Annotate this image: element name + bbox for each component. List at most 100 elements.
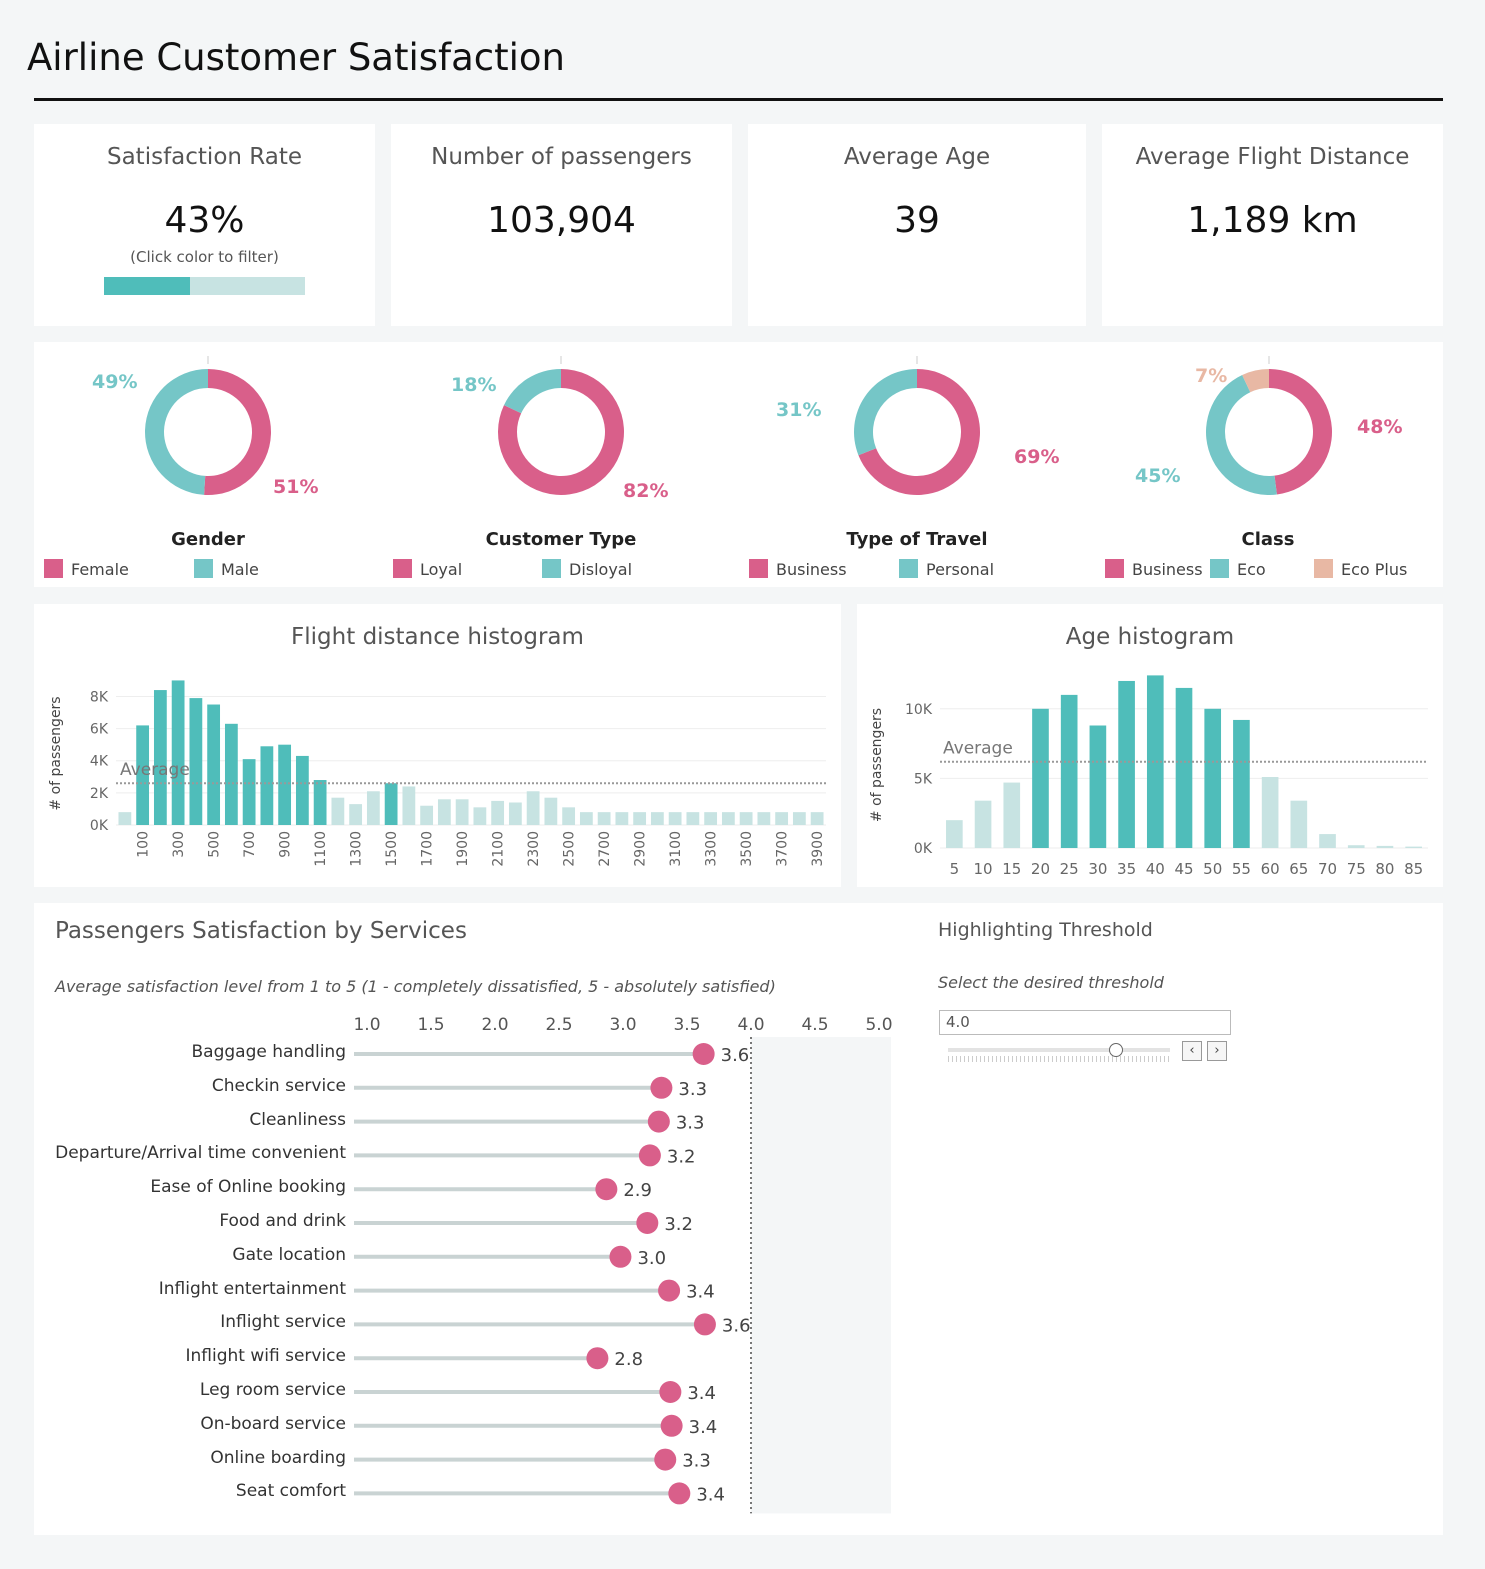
legend-swatch-business[interactable]	[749, 559, 768, 578]
satisfaction-bar[interactable]	[104, 277, 305, 295]
lollipop-dot[interactable]	[658, 1279, 681, 1302]
lollipop-dot[interactable]	[650, 1076, 673, 1099]
legend-label[interactable]: Eco Plus	[1341, 560, 1407, 579]
histogram-bar[interactable]	[508, 802, 522, 825]
histogram-bar[interactable]	[437, 799, 451, 825]
donut-slice[interactable]	[144, 369, 208, 495]
histogram-bar[interactable]	[366, 791, 380, 825]
histogram-bar[interactable]	[224, 723, 238, 825]
histogram-bar[interactable]	[295, 755, 309, 825]
histogram-bar[interactable]	[974, 800, 992, 848]
histogram-bar[interactable]	[384, 783, 398, 825]
histogram-bar[interactable]	[171, 680, 185, 825]
lollipop-dot[interactable]	[693, 1313, 716, 1336]
donut-slice[interactable]	[1269, 369, 1333, 495]
histogram-bar[interactable]	[1060, 694, 1078, 848]
threshold-slider-track[interactable]	[948, 1048, 1170, 1052]
histogram-bar[interactable]	[1405, 846, 1422, 848]
histogram-bar[interactable]	[721, 812, 735, 825]
histogram-bar[interactable]	[1118, 680, 1135, 848]
histogram-bar[interactable]	[792, 812, 806, 825]
histogram-bar[interactable]	[704, 812, 718, 825]
histogram-bar[interactable]	[633, 812, 647, 825]
lollipop-dot[interactable]	[668, 1482, 691, 1505]
threshold-input[interactable]: 4.0	[939, 1010, 1231, 1035]
histogram-bar[interactable]	[349, 804, 363, 825]
legend-swatch-personal[interactable]	[899, 559, 918, 578]
histogram-bar[interactable]	[562, 807, 576, 825]
donut-slice[interactable]	[1206, 374, 1277, 495]
histogram-bar[interactable]	[1089, 725, 1107, 848]
lollipop-dot[interactable]	[636, 1212, 659, 1234]
histogram-bar[interactable]	[739, 812, 753, 825]
donut-slice[interactable]	[204, 369, 271, 495]
histogram-bar[interactable]	[1376, 845, 1394, 848]
donut-slice[interactable]	[853, 369, 917, 456]
donut-gender[interactable]	[144, 356, 271, 495]
histogram-bar[interactable]	[242, 759, 256, 825]
legend-label[interactable]: Business	[776, 560, 847, 579]
histogram-bar[interactable]	[1319, 834, 1336, 848]
histogram-bar[interactable]	[491, 800, 505, 825]
histogram-bar[interactable]	[331, 797, 345, 825]
donut-type-of-travel[interactable]	[853, 356, 980, 495]
satisfaction-bar-fill[interactable]	[104, 277, 191, 295]
legend-label[interactable]: Personal	[926, 560, 994, 579]
lollipop-dot[interactable]	[595, 1178, 618, 1201]
lollipop-dot[interactable]	[654, 1448, 677, 1471]
histogram-bar[interactable]	[1003, 782, 1021, 848]
lollipop-dot[interactable]	[586, 1347, 609, 1370]
threshold-prev-button[interactable]: ‹	[1182, 1041, 1202, 1061]
histogram-bar[interactable]	[402, 786, 416, 825]
histogram-bar[interactable]	[1175, 687, 1193, 848]
histogram-bar[interactable]	[473, 807, 487, 825]
histogram-bar[interactable]	[579, 812, 593, 825]
histogram-bar[interactable]	[615, 812, 629, 825]
histogram-bar[interactable]	[455, 799, 469, 825]
histogram-bar[interactable]	[775, 812, 789, 825]
lollipop-dot[interactable]	[692, 1043, 715, 1065]
legend-swatch-eco-plus[interactable]	[1314, 559, 1333, 578]
legend-label[interactable]: Female	[71, 560, 129, 579]
threshold-next-button[interactable]: ›	[1207, 1041, 1227, 1061]
legend-swatch-eco[interactable]	[1210, 559, 1229, 578]
histogram-bar[interactable]	[1032, 708, 1049, 848]
histogram-bar[interactable]	[313, 780, 327, 825]
histogram-bar[interactable]	[260, 746, 274, 825]
donut-customer-type[interactable]	[498, 356, 625, 495]
donut-slice[interactable]	[503, 369, 561, 414]
histogram-bar[interactable]	[189, 698, 203, 825]
histogram-bar[interactable]	[1233, 719, 1250, 848]
histogram-bar[interactable]	[810, 812, 824, 825]
legend-swatch-business[interactable]	[1105, 559, 1124, 578]
histogram-bar[interactable]	[420, 805, 434, 825]
histogram-bar[interactable]	[1204, 708, 1222, 848]
histogram-bar[interactable]	[1261, 777, 1279, 848]
lollipop-dot[interactable]	[659, 1381, 682, 1403]
legend-swatch-male[interactable]	[194, 559, 213, 578]
lollipop-dot[interactable]	[638, 1144, 661, 1167]
histogram-bar[interactable]	[1347, 845, 1365, 848]
threshold-slider-handle[interactable]	[1109, 1043, 1123, 1057]
legend-label[interactable]: Loyal	[420, 560, 462, 579]
legend-swatch-disloyal[interactable]	[542, 559, 561, 578]
histogram-bar[interactable]	[1290, 800, 1308, 848]
histogram-bar[interactable]	[946, 820, 963, 848]
legend-label[interactable]: Disloyal	[569, 560, 632, 579]
histogram-bar[interactable]	[597, 812, 611, 825]
histogram-bar[interactable]	[544, 797, 558, 825]
lollipop-dot[interactable]	[647, 1110, 670, 1133]
legend-label[interactable]: Male	[221, 560, 259, 579]
legend-swatch-female[interactable]	[44, 559, 63, 578]
lollipop-dot[interactable]	[609, 1245, 632, 1268]
legend-label[interactable]: Eco	[1237, 560, 1266, 579]
lollipop-dot[interactable]	[660, 1414, 683, 1437]
histogram-bar[interactable]	[668, 812, 682, 825]
histogram-bar[interactable]	[153, 690, 167, 825]
histogram-bar[interactable]	[278, 744, 292, 825]
histogram-bar[interactable]	[686, 812, 700, 825]
histogram-bar[interactable]	[757, 812, 771, 825]
histogram-bar[interactable]	[207, 704, 221, 825]
histogram-bar[interactable]	[118, 812, 132, 825]
histogram-bar[interactable]	[650, 812, 664, 825]
